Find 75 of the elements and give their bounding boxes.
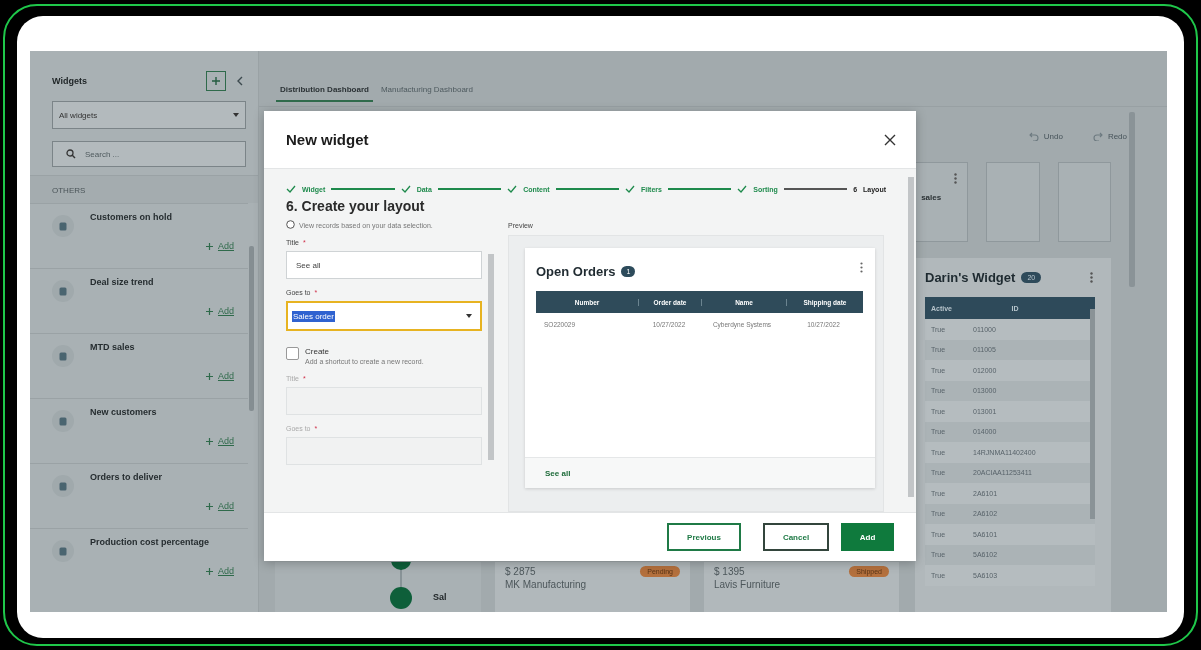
- widget-name: New customers: [90, 407, 157, 417]
- plus-icon: [206, 567, 213, 575]
- card-title: sales: [921, 193, 942, 202]
- add-link[interactable]: Add: [206, 566, 234, 576]
- close-icon: [884, 133, 896, 146]
- scrollbar[interactable]: [1090, 309, 1095, 519]
- redo-button[interactable]: Redo: [1092, 132, 1127, 144]
- widget-icon: [52, 410, 74, 432]
- dashboard-tab[interactable]: Manufacturing Dashboard: [376, 79, 477, 100]
- add-link[interactable]: Add: [206, 371, 234, 381]
- plus-icon: [206, 437, 213, 445]
- dropdown-icon: [233, 113, 239, 117]
- widget-list-item[interactable]: Deal size trend Add: [30, 268, 248, 333]
- add-link[interactable]: Add: [206, 501, 234, 511]
- plus-icon: [206, 242, 213, 250]
- timeline-drawing: [389, 562, 413, 612]
- scrollbar[interactable]: [1129, 112, 1135, 287]
- widget-icon: [52, 540, 74, 562]
- widget-list-item[interactable]: Orders to deliver Add: [30, 463, 248, 528]
- more-icon[interactable]: [954, 173, 958, 184]
- widget-icon: [52, 215, 74, 237]
- add-link[interactable]: Add: [206, 436, 234, 446]
- dashboard-tab[interactable]: Distribution Dashboard: [276, 79, 373, 102]
- dropdown-icon: [466, 314, 472, 318]
- widget-filter-select[interactable]: All widgets: [52, 101, 246, 129]
- scrollbar[interactable]: [488, 254, 494, 460]
- plus-icon: [211, 76, 221, 86]
- widget-name: MTD sales: [90, 342, 135, 352]
- widget-list-item[interactable]: Customers on hold Add: [30, 203, 248, 268]
- widget-icon: [52, 475, 74, 497]
- widget-icon: [52, 345, 74, 367]
- select-field[interactable]: Sales order: [286, 301, 482, 331]
- see-all-link[interactable]: See all: [545, 468, 571, 478]
- undo-icon: [1028, 132, 1039, 141]
- more-icon[interactable]: [1090, 272, 1093, 283]
- input-field[interactable]: See all: [286, 251, 482, 279]
- widget-name: Deal size trend: [90, 277, 154, 287]
- scrollbar[interactable]: [249, 246, 254, 411]
- dialog-button[interactable]: Previous: [667, 523, 741, 551]
- collapse-icon[interactable]: [236, 76, 244, 86]
- add-link[interactable]: Add: [206, 306, 234, 316]
- add-link[interactable]: Add: [206, 241, 234, 251]
- widget-name: Production cost percentage: [90, 537, 210, 547]
- widget-icon: [52, 280, 74, 302]
- widget-name: Orders to deliver: [90, 472, 163, 482]
- widget-list-item[interactable]: New customers Add: [30, 398, 248, 463]
- checkbox-label: Create: [305, 347, 330, 356]
- widget-title: Open Orders: [536, 264, 616, 279]
- section-label: OTHERS: [30, 175, 258, 203]
- order-amount: $ 2875: [505, 566, 537, 577]
- customer-name: Lavis Furniture: [714, 579, 781, 590]
- plus-icon: [206, 307, 213, 315]
- checkbox[interactable]: [286, 347, 299, 360]
- undo-button[interactable]: Undo: [1028, 132, 1063, 144]
- widget-list-item[interactable]: Production cost percentage Add: [30, 528, 248, 593]
- widget-title: Darin's Widget: [925, 270, 1016, 285]
- search-icon: [66, 149, 76, 159]
- plus-icon: [206, 372, 213, 380]
- more-icon[interactable]: [860, 262, 863, 273]
- timeline-label: Sal: [433, 592, 447, 602]
- scrollbar[interactable]: [908, 177, 914, 497]
- widget-list-item[interactable]: MTD sales Add: [30, 333, 248, 398]
- sidebar-title: Widgets: [52, 76, 88, 86]
- order-amount: $ 1395: [714, 566, 746, 577]
- plus-icon: [206, 502, 213, 510]
- add-widget-button[interactable]: [206, 71, 226, 91]
- dialog-button[interactable]: Cancel: [763, 523, 829, 551]
- radio-icon[interactable]: [286, 220, 295, 229]
- widget-name: Customers on hold: [90, 212, 172, 222]
- dialog-title: New widget: [286, 131, 369, 148]
- customer-name: MK Manufacturing: [505, 579, 587, 590]
- search-field[interactable]: Search ...: [52, 141, 246, 167]
- dialog-button[interactable]: Add: [841, 523, 894, 551]
- redo-icon: [1092, 132, 1103, 141]
- step-heading: 6. Create your layout: [286, 198, 426, 214]
